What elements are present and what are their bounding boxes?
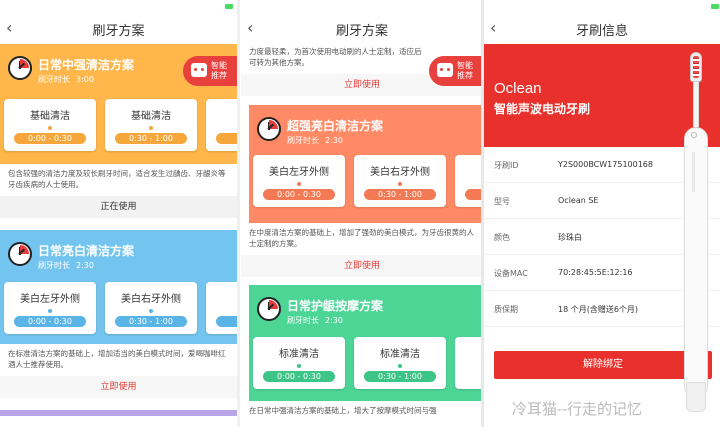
unbind-button[interactable]: 解除绑定 xyxy=(494,351,712,379)
next-card-edge xyxy=(0,410,237,416)
plan-list-screen-2: ‹ 刷牙方案 力度最轻柔，为首次使用电动刷的人士定制，适应后可转为其他方案。 立… xyxy=(241,0,483,427)
plan-card[interactable]: 超强亮白清洁方案 刷牙时长 2:30 美白左牙外侧 0:00 - 0:30 美白右牙… xyxy=(241,105,483,277)
toothbrush-image xyxy=(682,52,710,412)
plan-action-button[interactable]: 立即使用 xyxy=(0,376,237,398)
plan-name: 日常护龈按摩方案 xyxy=(287,299,384,313)
product-name: 智能声波电动牙刷 xyxy=(494,102,591,116)
status-bar xyxy=(0,0,237,14)
zone-card: 基础清洁 0:00 - 0:30 xyxy=(4,99,96,151)
smart-recommend-label: 智能 推荐 xyxy=(211,61,227,80)
zone-card: 美白左牙外侧 0:00 - 0:30 xyxy=(4,282,96,334)
page-title: 刷牙方案 xyxy=(92,23,145,38)
plan-card-header: 超强亮白清洁方案 刷牙时长 2:30 美白左牙外侧 0:00 - 0:30 美白右牙… xyxy=(249,105,483,223)
zone-list: 美白左牙外侧0:00 - 0:30 美白右牙外侧0:30 - 1:00 清洁1: xyxy=(4,282,237,334)
brand-name: Oclean xyxy=(494,80,542,97)
plan-card-header: 日常亮白清洁方案 刷牙时长 2:30 美白左牙外侧 0:00 - 0:30 美白右牙… xyxy=(0,230,237,344)
plan-duration: 刷牙时长 2:30 xyxy=(38,261,94,270)
plan-card[interactable]: 日常亮白清洁方案 刷牙时长 2:30 美白左牙外侧 0:00 - 0:30 美白右牙… xyxy=(0,230,237,398)
zone-card: 标准清洁 0:00 - 0:30 xyxy=(253,337,345,389)
plan-description: 包含较强的清洁力度及较长刷牙时间，适合发生过龋齿、牙龈炎等牙齿疾病的人士使用。 xyxy=(8,169,226,189)
zone-card: 基1: xyxy=(206,99,237,151)
plan-name: 日常中强清洁方案 xyxy=(38,58,135,72)
plan-description: 在中度清洁方案的基础上，增加了强劲的美白模式，为牙齿很黄的人士定制的方案。 xyxy=(249,228,474,248)
top-bar: ‹ 刷牙方案 xyxy=(241,14,483,44)
robot-icon xyxy=(191,63,207,77)
plan-description: 在标准清洁方案的基础上，增加适当的美白模式时间，爱喝咖啡红酒人士推荐使用。 xyxy=(8,349,226,369)
clock-icon xyxy=(8,56,32,80)
plan-name: 超强亮白清洁方案 xyxy=(287,119,384,133)
top-bar: ‹ 牙刷信息 xyxy=(484,14,720,44)
battery-icon xyxy=(711,4,719,9)
zone-card: 美白左牙外侧 0:00 - 0:30 xyxy=(253,155,345,207)
plan-card-header: 日常护龈按摩方案 刷牙时长 2:30 标准清洁 0:00 - 0:30 标准清洁 0:… xyxy=(249,285,483,401)
top-bar: ‹ 刷牙方案 xyxy=(0,14,237,44)
plan-list-screen-1: ‹ 刷牙方案 日常中强清洁方案 刷牙时长 3:00 基础清洁 0:00 - 0:30… xyxy=(0,0,237,427)
plan-duration: 刷牙时长 3:00 xyxy=(38,75,94,84)
clock-icon xyxy=(257,117,281,141)
status-bar xyxy=(484,0,720,14)
toothbrush-info-screen: ‹ 牙刷信息 Oclean 智能声波电动牙刷 牙刷ID Y2S000BCW1751… xyxy=(484,0,720,427)
smart-recommend-label: 智能 推荐 xyxy=(457,61,473,80)
zone-card: 基础清洁 0:30 - 1:00 xyxy=(105,99,197,151)
plan-action-button[interactable]: 立即使用 xyxy=(241,255,483,277)
page-title: 牙刷信息 xyxy=(575,23,628,38)
zone-card: 美白右牙外侧 0:30 - 1:00 xyxy=(354,155,446,207)
smart-recommend-button[interactable]: 智能 推荐 xyxy=(183,56,237,86)
zone-card: 美白右牙外侧 0:30 - 1:00 xyxy=(105,282,197,334)
watermark: 冷耳猫--行走的记忆 xyxy=(512,401,642,418)
zone-list: 基础清洁0:00 - 0:30 基础清洁0:30 - 1:00 基1: xyxy=(4,99,237,151)
robot-icon xyxy=(437,63,453,77)
zone-card xyxy=(455,337,483,389)
clock-icon xyxy=(8,242,32,266)
divider xyxy=(237,0,240,427)
smart-recommend-button[interactable]: 智能 推荐 xyxy=(429,56,483,86)
clock-icon xyxy=(257,297,281,321)
battery-icon xyxy=(225,4,233,9)
zone-card: 标准清洁 0:30 - 1:00 xyxy=(354,337,446,389)
plan-description: 在日常中强清洁方案的基础上，增大了按摩模式时间与强 xyxy=(249,406,437,415)
status-bar xyxy=(241,0,483,14)
plan-name: 日常亮白清洁方案 xyxy=(38,244,135,258)
zone-card: 清洁1: xyxy=(455,155,483,207)
plan-duration: 刷牙时长 2:30 xyxy=(287,316,343,325)
zone-card: 清洁1: xyxy=(206,282,237,334)
zone-list: 标准清洁 0:00 - 0:30 标准清洁 0:30 - 1:00 xyxy=(253,337,483,389)
plan-duration: 刷牙时长 2:30 xyxy=(287,136,343,145)
plan-description: 力度最轻柔，为首次使用电动刷的人士定制，适应后可转为其他方案。 xyxy=(249,47,422,67)
power-button-icon xyxy=(691,132,697,138)
plan-action-button[interactable]: 正在使用 xyxy=(0,196,237,218)
plan-card[interactable]: 日常护龈按摩方案 刷牙时长 2:30 标准清洁 0:00 - 0:30 标准清洁 0:… xyxy=(249,285,483,427)
zone-list: 美白左牙外侧0:00 - 0:30 美白右牙外侧0:30 - 1:00 清洁1: xyxy=(253,155,483,207)
page-title: 刷牙方案 xyxy=(335,23,388,38)
